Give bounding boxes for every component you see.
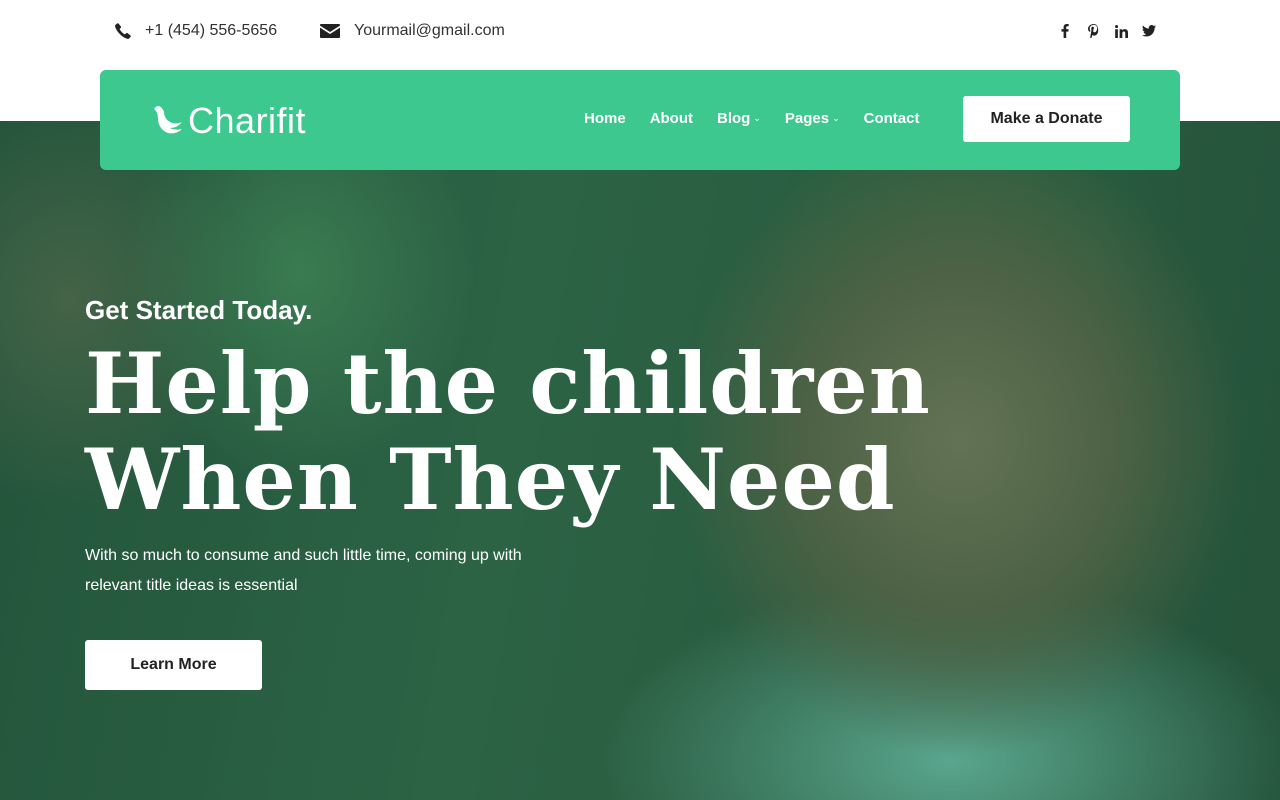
brand-logo[interactable]: Charifit (150, 100, 306, 142)
chevron-down-icon: ⌄ (753, 113, 761, 123)
phone-icon (115, 23, 131, 39)
make-donate-button[interactable]: Make a Donate (963, 96, 1130, 142)
learn-more-button[interactable]: Learn More (85, 640, 262, 690)
hero-eyebrow: Get Started Today. (85, 295, 313, 325)
social-links (1058, 24, 1156, 38)
leaf-logo-icon (154, 106, 182, 134)
nav-pages-label: Pages (784, 110, 830, 127)
nav-blog[interactable]: Blog ⌄ (717, 110, 761, 127)
brand-name: Charifit (188, 100, 307, 141)
nav-about[interactable]: About (650, 110, 693, 127)
hero-content: Get Started Today. Help the children Whe… (0, 121, 1280, 800)
phone-contact[interactable]: +1 (454) 556-5656 (115, 22, 277, 40)
nav-blog-label: Blog (717, 110, 751, 127)
facebook-icon[interactable] (1058, 24, 1072, 38)
top-bar: +1 (454) 556-5656 Yourmail@gmail.com (0, 0, 1280, 70)
headline-line-1: Help the children (85, 334, 931, 433)
chevron-down-icon: ⌄ (832, 113, 840, 123)
nav-contact[interactable]: Contact (864, 110, 920, 127)
twitter-icon[interactable] (1142, 24, 1156, 38)
hero-headline: Help the children When They Need (85, 336, 931, 528)
nav-pages[interactable]: Pages ⌄ (785, 110, 840, 127)
headline-line-2: When They Need (85, 430, 896, 529)
email-contact[interactable]: Yourmail@gmail.com (320, 22, 505, 40)
email-address: Yourmail@gmail.com (354, 22, 505, 39)
phone-number: +1 (454) 556-5656 (145, 22, 278, 39)
pinterest-icon[interactable] (1086, 24, 1100, 38)
nav-contact-label: Contact (863, 110, 920, 127)
envelope-icon (320, 24, 340, 38)
hero-subtext: With so much to consume and such little … (85, 547, 522, 594)
nav-home[interactable]: Home (584, 110, 626, 127)
nav-about-label: About (649, 110, 694, 127)
nav-menu: Home About Blog ⌄ Pages ⌄ Contact (584, 110, 919, 127)
nav-home-label: Home (584, 110, 626, 127)
linkedin-icon[interactable] (1114, 24, 1128, 38)
main-navbar: Charifit Home About Blog ⌄ Pages ⌄ Contact… (100, 70, 1180, 170)
hero-section: Get Started Today. Help the children Whe… (0, 121, 1280, 800)
